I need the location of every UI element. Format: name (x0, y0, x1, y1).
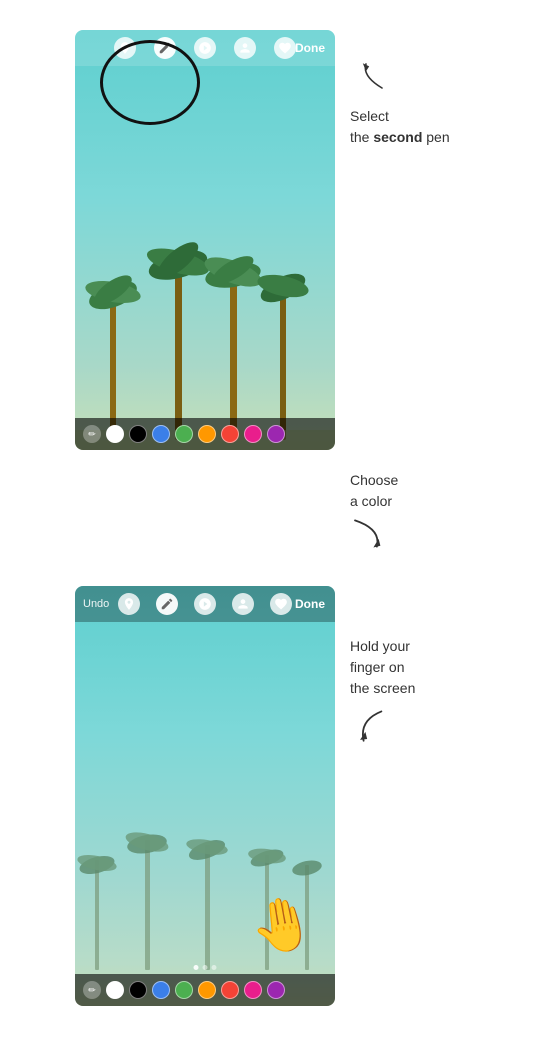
toolbar-icon-3[interactable] (194, 37, 216, 59)
color-dot2-purple[interactable] (267, 981, 285, 999)
color-dot2-pink[interactable] (244, 981, 262, 999)
annotation-bold: second (373, 129, 422, 145)
hold-line2: finger on (350, 659, 404, 675)
done-button-2[interactable]: Done (295, 597, 325, 611)
color-dot2-green[interactable] (175, 981, 193, 999)
phone-mockup-1: Done (75, 30, 335, 450)
page-wrapper: Done (0, 0, 539, 1046)
color-dot2-red[interactable] (221, 981, 239, 999)
toolbar2-icon-3[interactable] (194, 593, 216, 615)
color-dot-pink[interactable] (244, 425, 262, 443)
color-bar-2: ✏ (75, 974, 335, 1006)
color-dot2-white[interactable] (106, 981, 124, 999)
color-dot-purple[interactable] (267, 425, 285, 443)
dot-3 (212, 965, 217, 970)
color-dot-green[interactable] (175, 425, 193, 443)
annotation-text-1: Select the second pen (350, 106, 450, 148)
section3: Undo Done (0, 576, 539, 1026)
hold-line3: the screen (350, 680, 415, 696)
color-dot-red[interactable] (221, 425, 239, 443)
toolbar-icon-4[interactable] (234, 37, 256, 59)
color-dot-white[interactable] (106, 425, 124, 443)
circle-annotation (100, 40, 200, 125)
done-button-1[interactable]: Done (295, 41, 325, 55)
annotation-line1: Select (350, 108, 389, 124)
dot-2 (203, 965, 208, 970)
dot-active (194, 965, 199, 970)
color-dot2-black[interactable] (129, 981, 147, 999)
dots-indicator (194, 965, 217, 970)
hold-line1: Hold your (350, 638, 410, 654)
arrow-icon-3 (350, 707, 395, 747)
choose-line2: a color (350, 493, 392, 509)
pen-icon-1[interactable]: ✏ (83, 425, 101, 443)
toolbar2-icon-2[interactable] (156, 593, 178, 615)
color-dot-orange[interactable] (198, 425, 216, 443)
hand-emoji: 🤚 (245, 890, 319, 961)
toolbar2-icon-5[interactable] (270, 593, 292, 615)
annotation-section1: Select the second pen (335, 30, 539, 148)
annotation-text-3: Hold your finger on the screen (350, 636, 415, 699)
palm-trees-1 (75, 230, 335, 450)
toolbar-icon-5[interactable] (274, 37, 296, 59)
annotation-text-2: Choose a color (350, 470, 539, 512)
arrow-icon-1 (350, 60, 390, 100)
undo-button[interactable]: Undo (83, 598, 109, 610)
pen-icon-2[interactable]: ✏ (83, 981, 101, 999)
phone-screen-1: Done (75, 30, 335, 450)
toolbar-2: Undo Done (75, 586, 335, 622)
color-dot2-blue[interactable] (152, 981, 170, 999)
toolbar2-icon-1[interactable] (118, 593, 140, 615)
color-dot2-orange[interactable] (198, 981, 216, 999)
annotation-section2: Choose a color (335, 470, 539, 566)
arrow-icon-2 (350, 516, 395, 551)
color-dot-black[interactable] (129, 425, 147, 443)
toolbar2-icon-4[interactable] (232, 593, 254, 615)
annotation-line2: the second pen (350, 129, 450, 145)
choose-line1: Choose (350, 472, 398, 488)
section1: Done (0, 20, 539, 470)
annotation-section3: Hold your finger on the screen (335, 586, 539, 747)
color-dot-blue[interactable] (152, 425, 170, 443)
phone-screen-2: Undo Done (75, 586, 335, 1006)
color-bar-1: ✏ (75, 418, 335, 450)
choose-color-section: Choose a color (0, 470, 539, 566)
phone-mockup-2: Undo Done (75, 586, 335, 1006)
